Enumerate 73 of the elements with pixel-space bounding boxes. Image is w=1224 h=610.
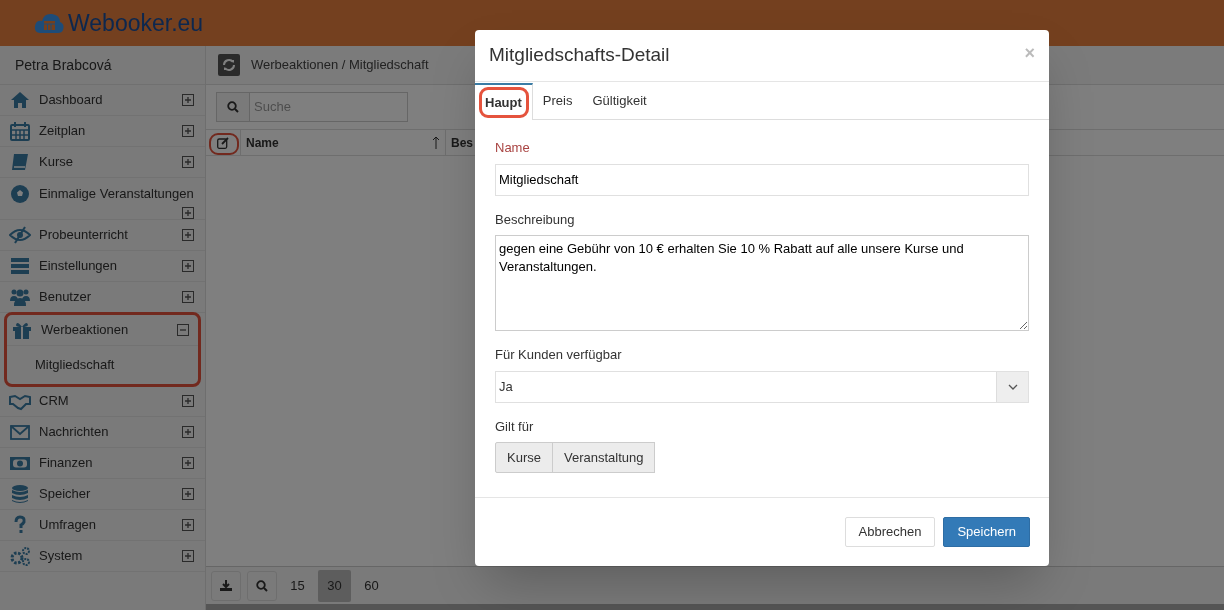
- book-icon: [9, 152, 31, 172]
- logo-text: Webooker.eu: [68, 8, 204, 38]
- breadcrumb: Werbeaktionen / Mitgliedschaft: [251, 56, 429, 75]
- server-icon: [9, 256, 31, 276]
- expand-icon: [182, 260, 194, 272]
- nav-item[interactable]: CRM: [0, 386, 205, 417]
- expand-icon: [182, 291, 194, 303]
- field-label: Für Kunden verfügbar: [495, 346, 623, 364]
- cancel-button[interactable]: Abbrechen: [844, 517, 936, 547]
- collapse-icon: [177, 324, 189, 336]
- toggle-button[interactable]: Kurse: [495, 442, 553, 473]
- calendar-icon: [9, 121, 31, 141]
- nav-item[interactable]: Nachrichten: [0, 417, 205, 448]
- expand-icon: [182, 395, 194, 407]
- refresh-button[interactable]: [218, 54, 240, 76]
- expand-icon: [182, 519, 194, 531]
- refresh-icon: [222, 58, 236, 72]
- page-size-option[interactable]: 15: [281, 569, 314, 602]
- tab[interactable]: Preis: [532, 83, 583, 119]
- dialog-title: Mitgliedschafts-Detail: [489, 43, 671, 68]
- users-icon: [9, 287, 31, 307]
- expand-icon: [182, 457, 194, 469]
- download-icon: [220, 580, 232, 591]
- eye-slash-icon: [9, 225, 31, 245]
- home-icon: [9, 90, 31, 110]
- user-name: Petra Brabcová: [0, 46, 205, 85]
- column-header[interactable]: Name: [241, 130, 446, 155]
- field-label: Name: [495, 139, 531, 157]
- page-size-option[interactable]: 30: [318, 569, 351, 602]
- expand-icon: [182, 488, 194, 500]
- nav-item[interactable]: Finanzen: [0, 448, 205, 479]
- field-label: Gilt für: [495, 417, 535, 436]
- search-icon: [227, 101, 239, 113]
- nav-item[interactable]: Benutzer: [0, 282, 205, 313]
- field-label: Beschreibung: [495, 210, 576, 229]
- tab[interactable]: Haupt: [475, 83, 533, 120]
- nav-subitem[interactable]: Mitgliedschaft: [7, 346, 198, 384]
- nav-item[interactable]: Speicher: [0, 479, 205, 510]
- nav-item[interactable]: Dashboard: [0, 85, 205, 116]
- expand-icon: [182, 206, 194, 219]
- chevron-down-icon: [1007, 383, 1018, 390]
- expand-icon: [182, 426, 194, 438]
- database-icon: [9, 484, 31, 504]
- toggle-button[interactable]: Veranstaltung: [551, 442, 656, 473]
- download-button[interactable]: [211, 570, 241, 601]
- search-button[interactable]: [216, 92, 250, 122]
- ball-icon: [9, 184, 31, 204]
- name-input[interactable]: Mitgliedschaft: [495, 163, 1029, 196]
- tab[interactable]: Gültigkeit: [582, 83, 657, 119]
- nav-item[interactable]: Werbeaktionen: [7, 315, 198, 346]
- nav-item[interactable]: Probeunterricht: [0, 220, 205, 251]
- edit-icon: [217, 136, 229, 149]
- expand-icon: [182, 125, 194, 137]
- search-icon: [256, 579, 268, 592]
- nav-item[interactable]: Kurse: [0, 147, 205, 178]
- expand-icon: [182, 550, 194, 562]
- gift-icon: [11, 320, 33, 340]
- description-textarea[interactable]: gegen eine Gebühr von 10 € erhalten Sie 10 % Rabatt auf alle unsere Kurse und Veranstaltungen.: [495, 235, 1029, 331]
- expand-icon: [182, 229, 194, 241]
- sort-arrow-icon: [432, 135, 440, 150]
- expand-icon: [182, 94, 194, 106]
- availability-select[interactable]: Ja: [495, 370, 1029, 403]
- expand-icon: [182, 156, 194, 168]
- search-button[interactable]: [247, 570, 277, 601]
- nav-item[interactable]: Einmalige Veranstaltungen: [0, 178, 205, 220]
- page-size-option[interactable]: 60: [355, 569, 388, 602]
- envelope-icon: [9, 422, 31, 442]
- nav-item[interactable]: Zeitplan: [0, 116, 205, 147]
- nav-item[interactable]: Umfragen: [0, 510, 205, 541]
- save-button[interactable]: Speichern: [943, 517, 1030, 547]
- nav-item[interactable]: Einstellungen: [0, 251, 205, 282]
- nav-item[interactable]: System: [0, 541, 205, 572]
- calendar-cloud-icon: [34, 11, 64, 35]
